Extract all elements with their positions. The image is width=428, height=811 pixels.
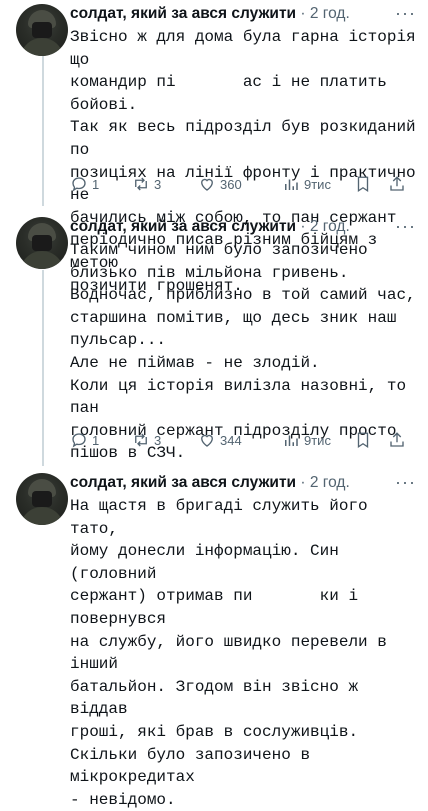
like-count: 344 [220,432,242,448]
like-count: 360 [220,176,242,192]
repost-button[interactable]: 3 [132,428,161,452]
more-icon[interactable]: ··· [395,471,416,493]
more-icon[interactable]: ··· [395,2,416,24]
views-icon [285,435,298,446]
tweet-header: солдат, який за ався служити · 2 год. [70,5,350,22]
tweet[interactable]: солдат, який за ався служити · 2 год. ··… [0,215,428,462]
bookmark-icon [357,176,369,193]
bookmark-icon [357,432,369,449]
share-button[interactable] [388,172,406,196]
avatar[interactable] [16,473,68,525]
like-icon [201,434,213,447]
timestamp[interactable]: 2 год. [310,5,350,22]
views-count: 9тис [304,176,331,192]
more-icon[interactable]: ··· [395,215,416,237]
reply-icon [72,433,86,448]
tweet-text: На щастя в бригаді служить його тато, йо… [70,497,387,809]
repost-count: 3 [154,176,162,192]
action-bar: 1 3 360 9тис [70,172,420,196]
tweet[interactable]: солдат, який за ався служити · 2 год. ··… [0,471,428,809]
reply-button[interactable]: 1 [70,172,99,196]
reply-count: 1 [92,432,100,448]
share-icon [390,176,404,191]
reply-button[interactable]: 1 [70,428,99,452]
like-button[interactable]: 360 [198,172,242,196]
views-count: 9тис [304,432,331,448]
repost-button[interactable]: 3 [132,172,161,196]
views-icon [285,179,298,190]
share-icon [390,432,404,447]
tweet-header: солдат, який за ався служити · 2 год. [70,218,350,235]
like-button[interactable]: 344 [198,428,242,452]
tweet[interactable]: солдат, який за ався служити · 2 год. ··… [0,2,428,295]
timestamp[interactable]: 2 год. [310,474,350,491]
views-button[interactable]: 9тис [282,428,331,452]
repost-count: 3 [154,432,162,448]
repost-icon [135,177,147,191]
reply-icon [72,177,86,192]
like-icon [201,178,213,191]
action-bar: 1 3 344 9тис [70,428,420,452]
author-name[interactable]: солдат, який за ався служити [70,218,296,235]
repost-icon [135,433,147,447]
views-button[interactable]: 9тис [282,172,331,196]
avatar[interactable] [16,217,68,269]
tweet-header: солдат, який за ався служити · 2 год. [70,474,350,491]
avatar[interactable] [16,4,68,56]
author-name[interactable]: солдат, який за ався служити [70,474,296,491]
bookmark-button[interactable] [354,172,372,196]
reply-count: 1 [92,176,100,192]
timestamp[interactable]: 2 год. [310,218,350,235]
author-name[interactable]: солдат, який за ався служити [70,5,296,22]
share-button[interactable] [388,428,406,452]
bookmark-button[interactable] [354,428,372,452]
